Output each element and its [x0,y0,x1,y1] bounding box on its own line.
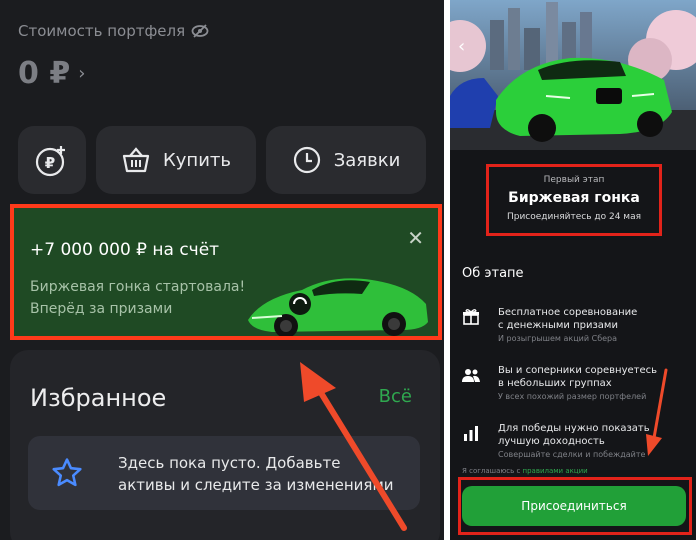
buy-button[interactable]: Купить [96,126,256,194]
rules-link[interactable]: правилами акции [523,467,588,475]
feature-title-line1: Для победы нужно показать [498,423,650,434]
add-funds-button[interactable]: ₽ [18,126,86,194]
favorites-empty-line2: активы и следите за изменениями [118,476,394,494]
banner-subtitle: Биржевая гонка стартовала! Вперёд за при… [30,276,270,320]
feature-title-line2: с денежными призами [498,320,618,331]
feature-item: Для победы нужно показать лучшую доходно… [462,422,688,462]
left-screen: Стоимость портфеля 0 ₽ › ₽ Купить Заявки… [0,0,444,540]
feature-subtitle: Совершайте сделки и побеждайте [498,450,646,459]
stage-deadline: Присоединяйтесь до 24 мая [506,212,642,222]
orders-button-label: Заявки [333,149,401,171]
portfolio-value[interactable]: 0 ₽ › [18,56,85,91]
ruble-plus-icon: ₽ [35,146,65,177]
right-screen: ‹ Первый этап Биржевая гонка Присоединяй… [450,0,696,540]
stage-label: Первый этап [543,175,605,185]
svg-text:₽: ₽ [45,154,55,172]
gift-icon [463,309,479,325]
hero-image [450,0,696,150]
buy-button-label: Купить [163,149,231,171]
favorites-title: Избранное [30,384,167,412]
portfolio-label: Стоимость портфеля [18,22,209,40]
back-icon[interactable]: ‹ [458,36,465,57]
feature-item: Вы и соперники соревнуетесь в небольших … [462,364,688,404]
favorites-all-link[interactable]: Всё [379,386,412,407]
clock-icon [293,146,320,174]
stage-title: Биржевая гонка [508,190,640,206]
promo-banner[interactable]: +7 000 000 ₽ на счёт Биржевая гонка стар… [10,204,442,340]
feature-item: Бесплатное соревнование с денежными приз… [462,306,688,346]
banner-subtitle-line1: Биржевая гонка стартовала! [30,279,246,295]
consent-text: Я соглашаюсь с правилами акции [462,467,588,475]
banner-subtitle-line2: Вперёд за призами [30,301,173,317]
users-icon [462,369,480,382]
close-icon[interactable]: ✕ [407,226,424,250]
about-title: Об этапе [462,266,524,281]
race-car-image [248,278,428,336]
feature-title-line1: Вы и соперники соревнуетесь [498,365,658,376]
feature-title-line2: в небольших группах [498,378,612,389]
portfolio-label-text: Стоимость портфеля [18,22,186,40]
basket-icon [122,147,150,173]
orders-button[interactable]: Заявки [266,126,426,194]
banner-title: +7 000 000 ₽ на счёт [30,240,220,260]
feature-title: Бесплатное соревнование с денежными приз… [498,306,688,332]
bar-chart-icon [464,426,478,441]
chevron-right-icon: › [78,63,86,84]
eye-off-icon[interactable] [191,23,209,39]
star-icon [52,458,82,487]
favorites-section: Избранное Всё Здесь пока пусто. Добавьте… [10,350,440,540]
feature-title: Для победы нужно показать лучшую доходно… [498,422,688,448]
feature-title-line2: лучшую доходность [498,436,605,447]
favorites-empty-text: Здесь пока пусто. Добавьте активы и след… [118,452,418,496]
favorites-empty-card: Здесь пока пусто. Добавьте активы и след… [28,436,420,510]
feature-subtitle: И розыгрышем акций Сбера [498,334,618,343]
stage-card: Первый этап Биржевая гонка Присоединяйте… [486,164,662,236]
feature-title-line1: Бесплатное соревнование [498,307,638,318]
quick-actions: ₽ Купить Заявки [18,126,426,194]
consent-prefix: Я соглашаюсь с [462,467,521,475]
portfolio-value-text: 0 ₽ [18,56,71,91]
feature-title: Вы и соперники соревнуетесь в небольших … [498,364,688,390]
feature-subtitle: У всех похожий размер портфелей [498,392,647,401]
join-button[interactable]: Присоединиться [462,486,686,526]
favorites-empty-line1: Здесь пока пусто. Добавьте [118,454,341,472]
